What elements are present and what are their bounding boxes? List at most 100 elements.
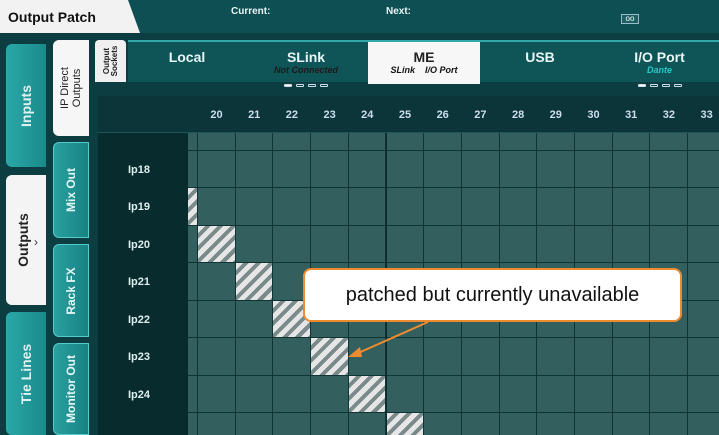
patch-cell[interactable] [537,375,575,413]
patch-cell[interactable] [424,338,462,376]
patch-cell[interactable] [612,225,651,263]
patch-cell[interactable] [537,150,575,188]
patch-cell[interactable] [424,188,462,226]
patch-cell[interactable] [537,225,575,263]
patch-cell[interactable] [386,375,425,413]
patch-cell[interactable] [386,133,425,151]
patch-cell[interactable] [198,375,236,413]
patch-cell[interactable] [575,413,613,435]
patch-cell[interactable] [188,375,198,413]
patch-cell[interactable] [188,150,198,188]
patch-cell[interactable] [612,150,651,188]
patch-cell[interactable] [612,413,651,435]
patch-cell[interactable] [424,225,462,263]
patch-cell[interactable] [688,150,719,188]
patch-cell[interactable] [198,263,236,301]
patch-cell[interactable] [461,133,500,151]
patch-cell[interactable] [235,188,274,226]
patch-cell[interactable] [311,150,349,188]
source-me[interactable]: ME SLink I/O Port [368,42,480,84]
patch-cell[interactable] [575,375,613,413]
patch-cell[interactable] [273,375,312,413]
patch-cell[interactable] [348,188,387,226]
patch-cell[interactable] [499,133,538,151]
subtab-monitor-out[interactable]: Monitor Out [53,343,89,435]
patch-cell[interactable] [188,338,198,376]
patch-cell-unavailable[interactable] [188,188,198,226]
patch-cell[interactable] [311,413,349,435]
patch-cell[interactable] [612,338,651,376]
patch-cell[interactable] [688,300,719,338]
patch-cell[interactable] [688,413,719,435]
patch-cell[interactable] [688,133,719,151]
patch-cell-unavailable[interactable] [386,413,425,435]
patch-cell[interactable] [461,338,500,376]
patch-cell[interactable] [688,225,719,263]
patch-cell[interactable] [537,338,575,376]
patch-cell[interactable] [499,413,538,435]
patch-cell[interactable] [198,150,236,188]
tab-tie-lines[interactable]: Tie Lines [6,312,46,435]
patch-cell[interactable] [273,225,312,263]
subtab-rack-fx[interactable]: Rack FX [53,244,89,337]
patch-cell[interactable] [348,133,387,151]
patch-cell[interactable] [198,300,236,338]
patch-cell[interactable] [235,133,274,151]
patch-cell[interactable] [612,188,651,226]
subtab-ip-direct-outputs[interactable]: IP Direct Outputs [53,40,89,136]
output-sockets-tab[interactable]: Output Sockets [95,40,126,82]
patch-cell[interactable] [461,188,500,226]
patch-cell[interactable] [235,375,274,413]
patch-cell[interactable] [575,133,613,151]
patch-cell[interactable] [386,225,425,263]
patch-cell[interactable] [198,133,236,151]
tab-outputs[interactable]: Outputs › [6,175,46,305]
patch-cell[interactable] [348,413,387,435]
patch-cell[interactable] [650,133,689,151]
patch-cell[interactable] [273,188,312,226]
patch-cell[interactable] [348,338,387,376]
patch-cell[interactable] [537,188,575,226]
patch-cell[interactable] [273,150,312,188]
patch-cell[interactable] [575,338,613,376]
patch-cell[interactable] [650,225,689,263]
patch-cell[interactable] [612,375,651,413]
patch-cell[interactable] [424,133,462,151]
patch-cell[interactable] [461,413,500,435]
patch-cell[interactable] [650,188,689,226]
patch-cell[interactable] [499,188,538,226]
patch-cell[interactable] [386,188,425,226]
patch-cell[interactable] [311,375,349,413]
patch-cell-unavailable[interactable] [348,375,387,413]
patch-cell[interactable] [198,188,236,226]
patch-cell[interactable] [311,225,349,263]
patch-cell[interactable] [386,150,425,188]
patch-cell[interactable] [188,413,198,435]
patch-cell[interactable] [688,263,719,301]
patch-cell[interactable] [688,375,719,413]
tab-inputs[interactable]: Inputs [6,44,46,167]
patch-cell[interactable] [235,338,274,376]
patch-cell[interactable] [235,225,274,263]
patch-cell[interactable] [461,375,500,413]
patch-cell[interactable] [348,225,387,263]
source-slink[interactable]: SLink Not Connected [246,42,366,88]
patch-cell[interactable] [499,225,538,263]
patch-cell-unavailable[interactable] [311,338,349,376]
patch-cell[interactable] [273,133,312,151]
patch-cell-unavailable[interactable] [198,225,236,263]
patch-cell[interactable] [499,338,538,376]
patch-cell[interactable] [235,413,274,435]
patch-cell[interactable] [575,188,613,226]
patch-cell[interactable] [499,375,538,413]
patch-cell[interactable] [688,188,719,226]
patch-cell[interactable] [348,150,387,188]
patch-cell[interactable] [198,413,236,435]
patch-cell[interactable] [499,150,538,188]
patch-cell[interactable] [461,150,500,188]
source-io-port[interactable]: I/O Port Dante [600,42,719,88]
patch-cell[interactable] [461,225,500,263]
patch-cell[interactable] [424,150,462,188]
patch-cell[interactable] [188,300,198,338]
patch-cell[interactable] [612,133,651,151]
